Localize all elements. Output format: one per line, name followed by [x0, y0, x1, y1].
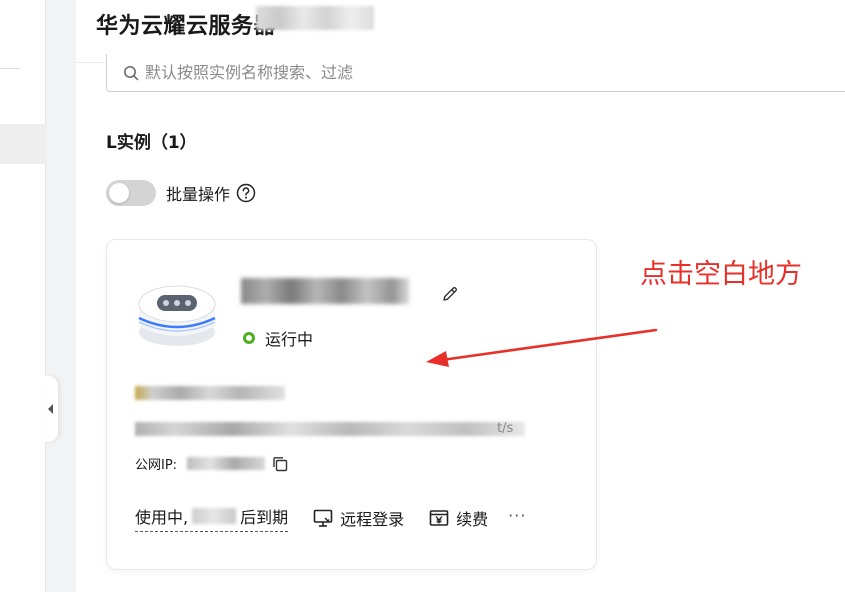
section-title: L实例（1）	[106, 133, 197, 153]
status-text: 运行中	[265, 330, 314, 349]
main-panel: 华为云耀云服务器 L实例（1） 批量操作	[76, 0, 845, 592]
edit-icon[interactable]	[440, 284, 460, 304]
copy-icon[interactable]	[271, 455, 289, 473]
status-dot	[243, 332, 255, 344]
chevron-left-icon	[48, 404, 53, 414]
title-redacted	[256, 6, 374, 30]
renew-label: 续费	[456, 510, 489, 529]
expiry-suffix: 后到期	[240, 508, 289, 527]
public-ip-row: 公网IP:	[135, 454, 289, 473]
search-input[interactable]	[145, 63, 745, 82]
expiry-status[interactable]: 使用中, 后到期	[135, 504, 289, 532]
bandwidth-unit: t/s	[497, 421, 514, 436]
status-indicator: 运行中	[243, 326, 313, 350]
search-icon	[124, 65, 139, 80]
toggle-knob	[109, 183, 129, 203]
bulk-operation-row: 批量操作	[106, 180, 256, 206]
yen-bill-icon	[429, 510, 449, 526]
sidebar-divider	[0, 68, 20, 69]
annotation-text: 点击空白地方	[640, 259, 802, 290]
more-actions-button[interactable]: ···	[508, 506, 526, 525]
help-icon[interactable]	[236, 183, 256, 203]
page-gutter	[46, 0, 76, 592]
annotation-arrow-icon	[426, 328, 658, 367]
remote-login-button[interactable]: 远程登录	[312, 506, 404, 530]
expiry-days-redacted	[192, 508, 237, 524]
search-box[interactable]	[106, 54, 845, 92]
bulk-operation-label: 批量操作	[166, 185, 231, 204]
sidebar-collapse-button[interactable]	[44, 376, 58, 442]
sidebar-item-active[interactable]	[0, 124, 46, 164]
bulk-operation-toggle[interactable]	[106, 180, 156, 206]
left-sidebar	[0, 0, 46, 592]
expiry-prefix: 使用中,	[135, 508, 189, 527]
instance-name-redacted	[241, 278, 409, 304]
page-title: 华为云耀云服务器	[96, 14, 277, 39]
monitor-icon	[313, 509, 333, 527]
server-icon	[138, 285, 216, 346]
spec-info-redacted	[135, 386, 285, 400]
card-actions: 使用中, 后到期 远程登录 续费 ···	[135, 504, 526, 532]
remote-login-label: 远程登录	[340, 510, 405, 529]
public-ip-redacted	[187, 457, 266, 470]
renew-button[interactable]: 续费	[428, 506, 488, 530]
instance-card[interactable]: 运行中 t/s 公网IP: 使用中, 后到期 远程登录 续费 ···	[106, 239, 597, 570]
region-bandwidth-redacted	[135, 422, 525, 436]
public-ip-label: 公网IP:	[135, 458, 178, 473]
page: 华为云耀云服务器 L实例（1） 批量操作	[0, 0, 845, 592]
